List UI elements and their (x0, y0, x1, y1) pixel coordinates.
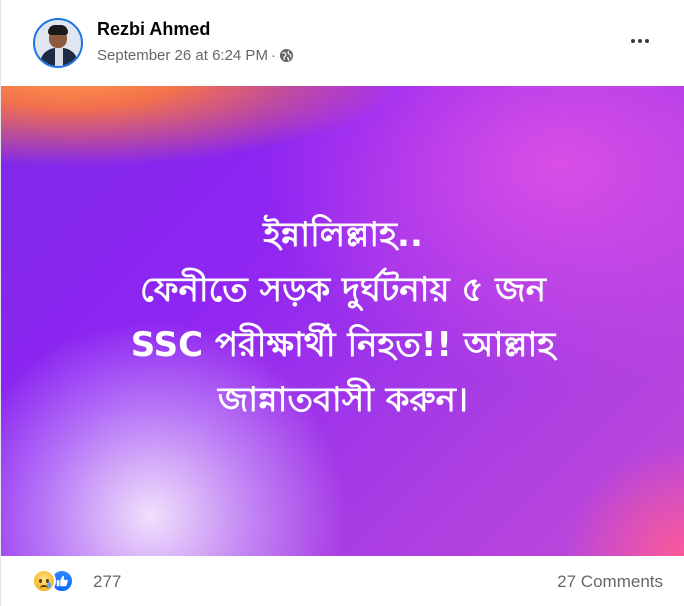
author-name[interactable]: Rezbi Ahmed (97, 19, 210, 40)
more-dot (638, 39, 642, 43)
globe-icon[interactable] (279, 48, 294, 63)
sad-eye (39, 579, 42, 583)
tear-drop (47, 582, 51, 588)
post-timestamp[interactable]: September 26 at 6:24 PM (97, 47, 268, 64)
avatar[interactable] (33, 18, 83, 68)
avatar-shirt (55, 48, 63, 66)
post-text: ইন্নালিল্লাহ.. ফেনীতে সড়ক দুর্ঘটনায় ৫ … (130, 215, 556, 420)
post-card: Rezbi Ahmed September 26 at 6:24 PM · ইন… (0, 0, 684, 606)
sad-icon (32, 569, 56, 593)
reaction-count[interactable]: 277 (93, 572, 121, 592)
more-horizontal-icon (631, 39, 635, 43)
more-options-button[interactable] (625, 32, 655, 50)
more-dot (645, 39, 649, 43)
post-footer: 277 27 Comments (1, 556, 684, 606)
post-meta: September 26 at 6:24 PM · (97, 47, 294, 64)
reaction-icons[interactable] (32, 569, 84, 593)
avatar-hair (48, 25, 68, 35)
post-text-background[interactable]: ইন্নালিল্লাহ.. ফেনীতে সড়ক দুর্ঘটনায় ৫ … (1, 86, 684, 556)
comments-count-link[interactable]: 27 Comments (557, 572, 663, 592)
meta-separator: · (270, 47, 276, 64)
post-header: Rezbi Ahmed September 26 at 6:24 PM · (1, 0, 684, 86)
